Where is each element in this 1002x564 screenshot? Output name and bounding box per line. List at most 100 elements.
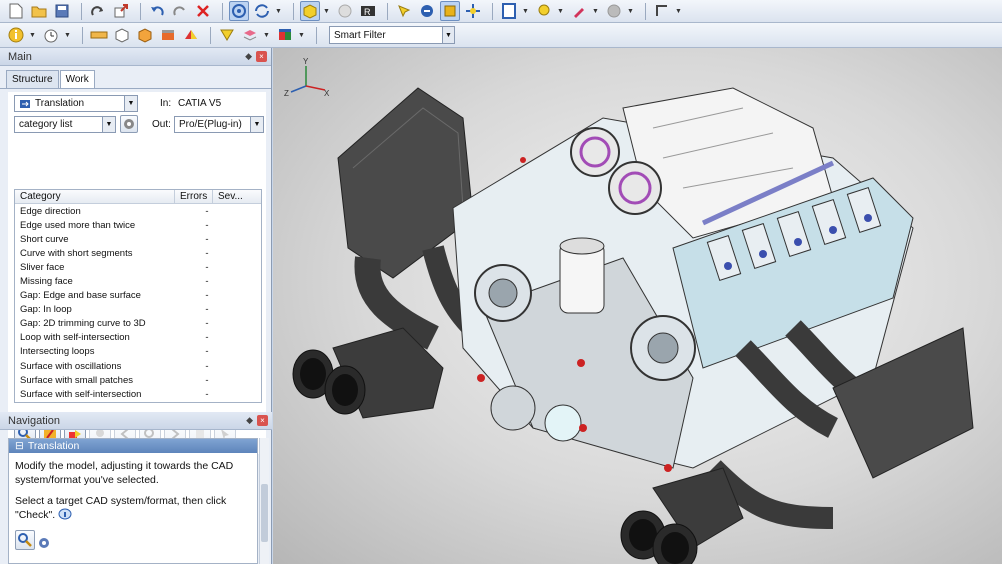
box-outline-icon[interactable]	[112, 25, 132, 45]
triangle-icon[interactable]	[217, 25, 237, 45]
swap-icon[interactable]	[417, 1, 437, 21]
navigation-scrollbar[interactable]	[259, 438, 269, 564]
column-header-errors[interactable]: Errors	[175, 190, 213, 203]
chevron-down-icon[interactable]: ▼	[522, 8, 530, 15]
table-row[interactable]: Surface with oscillations -	[15, 359, 261, 373]
table-row[interactable]: Short curve -	[15, 232, 261, 246]
chevron-down-icon[interactable]: ▼	[557, 8, 565, 15]
redo-icon[interactable]	[88, 1, 108, 21]
color-cube-icon[interactable]	[275, 25, 295, 45]
pin-icon[interactable]	[534, 1, 554, 21]
highlight-icon[interactable]	[394, 1, 414, 21]
box-orange-icon[interactable]	[135, 25, 155, 45]
table-row[interactable]: Loop with self-intersection -	[15, 331, 261, 345]
ruler-icon[interactable]	[89, 25, 109, 45]
chevron-down-icon[interactable]: ▼	[323, 8, 331, 15]
corner-icon[interactable]	[652, 1, 672, 21]
open-folder-icon[interactable]	[29, 1, 49, 21]
table-row[interactable]: Surface with self-intersection -	[15, 387, 261, 401]
info-icon[interactable]	[6, 25, 26, 45]
faces-icon[interactable]	[181, 25, 201, 45]
scrollbar-thumb[interactable]	[261, 484, 268, 542]
out-format-value: Pro/E(Plug-in)	[179, 119, 242, 130]
close-panel-icon[interactable]: ×	[256, 51, 267, 62]
column-header-severity[interactable]: Sev...	[213, 190, 261, 203]
sync-icon[interactable]	[252, 1, 272, 21]
chevron-down-icon[interactable]: ▼	[627, 8, 635, 15]
navigation-section-header[interactable]: ⊟ Translation	[9, 439, 257, 453]
r-tool-icon[interactable]: R	[358, 1, 378, 21]
grey-circle-icon[interactable]	[604, 1, 624, 21]
out-format-select[interactable]: Pro/E(Plug-in) ▼	[174, 116, 264, 133]
chevron-down-icon[interactable]: ▼	[592, 8, 600, 15]
navigation-instruction-text: Select a target CAD system/format, then …	[15, 495, 227, 521]
category-cell: Surface with small patches	[20, 374, 133, 386]
operation-select[interactable]: Translation ▼	[14, 95, 138, 112]
chevron-down-icon[interactable]: ▼	[442, 27, 454, 43]
smart-filter-select[interactable]: Smart Filter ▼	[329, 26, 455, 44]
delete-icon[interactable]	[193, 1, 213, 21]
shaded-box-icon[interactable]	[300, 1, 320, 21]
move-icon[interactable]	[463, 1, 483, 21]
settings-button[interactable]	[120, 115, 138, 133]
navigation-description: Modify the model, adjusting it towards t…	[15, 460, 234, 486]
close-panel-icon[interactable]: ×	[257, 415, 268, 426]
check-button[interactable]	[15, 530, 35, 550]
table-row[interactable]: Gap: Edge and base surface -	[15, 289, 261, 303]
main-panel-title: Main	[8, 50, 32, 63]
chevron-down-icon[interactable]: ▼	[124, 96, 137, 111]
pin-panel-icon[interactable]: ◆	[245, 51, 252, 62]
category-cell: Gap: Edge and base surface	[20, 290, 141, 302]
left-panel: Main ◆ × Structure Work Translation ▼ In…	[0, 48, 272, 564]
chevron-down-icon[interactable]: ▼	[298, 32, 306, 39]
category-cell: Edge used more than twice	[20, 219, 136, 231]
page-icon[interactable]	[499, 1, 519, 21]
half-moon-icon[interactable]	[335, 1, 355, 21]
table-row[interactable]: Gap: 2D trimming curve to 3D -	[15, 317, 261, 331]
cube-select-icon[interactable]	[440, 1, 460, 21]
axis-label-z: Z	[284, 89, 289, 98]
view-mode-select[interactable]: category list ▼	[14, 116, 116, 133]
toolbar-separator	[293, 2, 294, 20]
navigation-panel-header: Navigation ◆ ×	[0, 412, 272, 430]
new-file-icon[interactable]	[6, 1, 26, 21]
chevron-down-icon[interactable]: ▼	[250, 117, 263, 132]
toolbar-separator	[222, 2, 223, 20]
save-icon[interactable]	[52, 1, 72, 21]
tab-work[interactable]: Work	[59, 70, 95, 88]
3d-viewport[interactable]: Y Z X	[273, 48, 1002, 564]
chevron-down-icon[interactable]: ▼	[102, 117, 115, 132]
undo-icon[interactable]	[147, 1, 167, 21]
container-icon[interactable]	[158, 25, 178, 45]
toolbar-separator	[387, 2, 388, 20]
engine-model[interactable]: Y Z X	[273, 48, 1002, 564]
table-row[interactable]: Gap: In loop -	[15, 303, 261, 317]
chevron-down-icon[interactable]: ▼	[29, 32, 37, 39]
table-row[interactable]: Intersecting loops -	[15, 345, 261, 359]
help-icon[interactable]	[58, 508, 72, 520]
table-row[interactable]: Edge used more than twice -	[15, 218, 261, 232]
chevron-down-icon[interactable]: ▼	[64, 32, 72, 39]
chevron-down-icon[interactable]: ▼	[275, 8, 283, 15]
rotate-icon[interactable]	[229, 1, 249, 21]
table-row[interactable]: Missing face -	[15, 274, 261, 288]
chevron-down-icon[interactable]: ▼	[675, 8, 683, 15]
tab-structure[interactable]: Structure	[6, 70, 59, 88]
settings-small-icon[interactable]	[37, 536, 51, 550]
column-header-category[interactable]: Category	[15, 190, 175, 203]
errors-cell: -	[205, 318, 209, 330]
export-icon[interactable]	[111, 1, 131, 21]
errors-cell: -	[205, 205, 209, 217]
table-row[interactable]: Edge direction -	[15, 204, 261, 218]
table-row[interactable]: Curve with short segments -	[15, 246, 261, 260]
chevron-down-icon[interactable]: ▼	[263, 32, 271, 39]
redo-arrow-icon[interactable]	[170, 1, 190, 21]
table-row[interactable]: Surface with small patches -	[15, 373, 261, 387]
marker-icon[interactable]	[569, 1, 589, 21]
clock-icon[interactable]	[41, 25, 61, 45]
collapse-icon[interactable]: ⊟	[15, 440, 24, 452]
errors-cell: -	[205, 374, 209, 386]
layers-icon[interactable]	[240, 25, 260, 45]
table-row[interactable]: Sliver face -	[15, 260, 261, 274]
pin-panel-icon[interactable]: ◆	[246, 415, 253, 426]
